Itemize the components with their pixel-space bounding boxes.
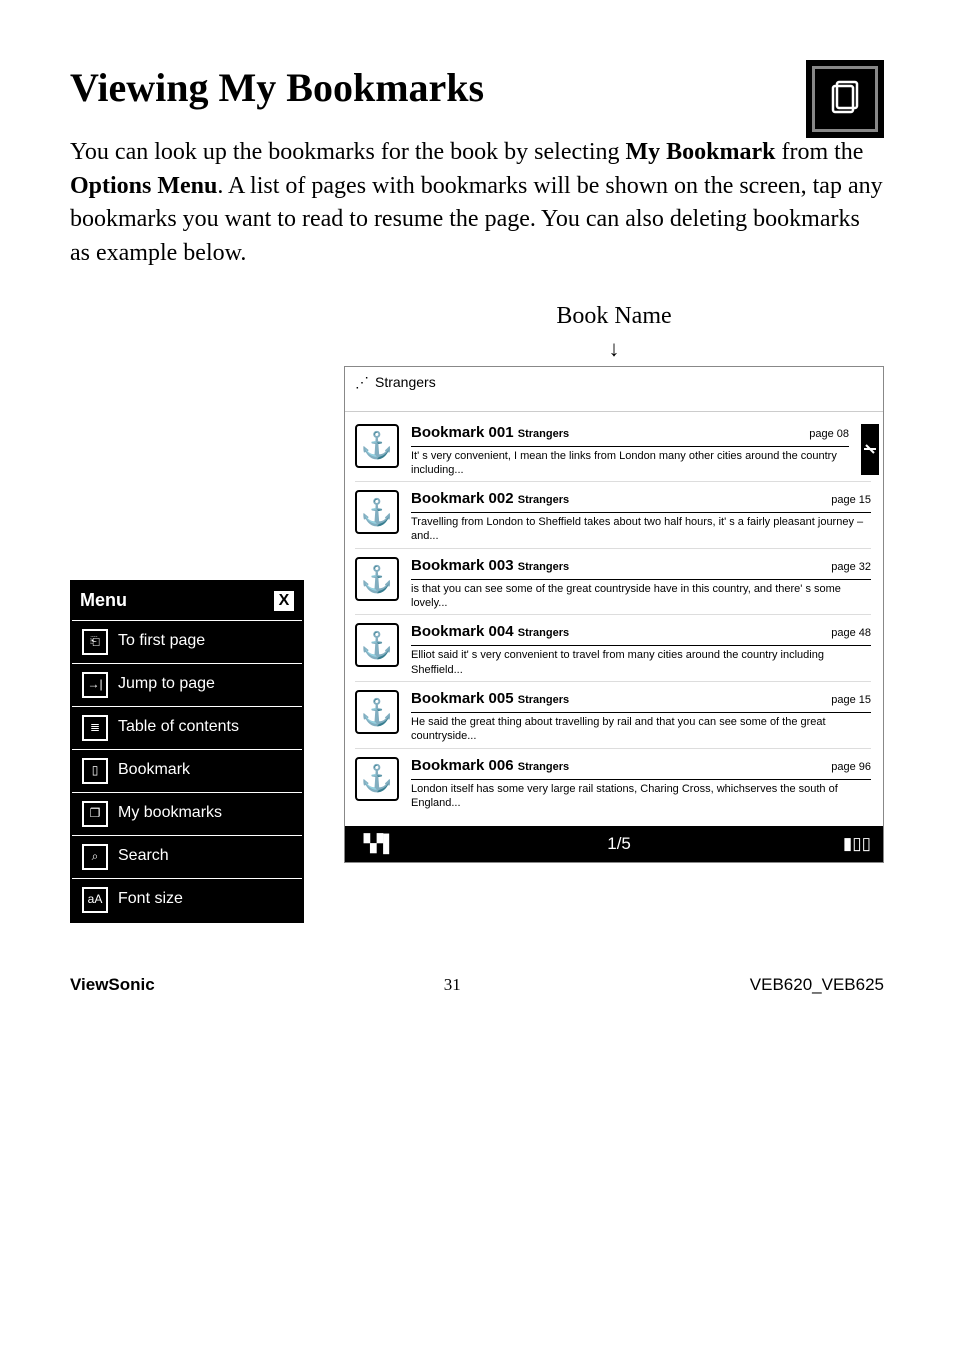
bookmark-row[interactable]: ⚓ Bookmark 001 Strangers page 08 It' s very… <box>355 416 871 483</box>
bookmark-title: Bookmark 005 Strangers <box>411 688 569 709</box>
footer-brand: ViewSonic <box>70 973 155 997</box>
menu-item-label: Bookmark <box>118 759 190 781</box>
bookmark-page: page 48 <box>831 626 871 641</box>
bookmark-icon: ▯ <box>82 758 108 784</box>
intro-paragraph: You can look up the bookmarks for the bo… <box>70 136 884 270</box>
device-status-bar: ▝▞▌ 1/5 ▮▯▯ <box>345 826 883 862</box>
menu-item-toc[interactable]: ≣ Table of contents <box>72 706 302 749</box>
page-title: Viewing My Bookmarks <box>70 60 884 116</box>
battery-icon: ▮▯▯ <box>843 832 871 856</box>
anchor-icon: ⚓ <box>355 424 399 468</box>
bookmark-page: page 32 <box>831 560 871 575</box>
menu-item-label: Table of contents <box>118 716 239 738</box>
bookmark-snippet: It' s very convenient, I mean the links … <box>411 449 849 478</box>
menu-item-bookmark[interactable]: ▯ Bookmark <box>72 749 302 792</box>
bookmark-snippet: London itself has some very large rail s… <box>411 782 871 811</box>
delete-bookmark-handle[interactable] <box>861 424 879 476</box>
bookmark-row[interactable]: ⚓ Bookmark 004 Strangers page 48 Elliot sai… <box>355 615 871 682</box>
bookmark-page: page 08 <box>809 427 849 442</box>
bookmark-row[interactable]: ⚓ Bookmark 002 Strangers page 15 Travelling… <box>355 482 871 549</box>
book-name-label: Book Name <box>344 300 884 334</box>
loading-icon: ⋰ <box>355 373 367 393</box>
menu-item-my-bookmarks[interactable]: ❐ My bookmarks <box>72 792 302 835</box>
bookmark-snippet: Elliot said it' s very convenient to tra… <box>411 648 871 677</box>
device-book-title: Strangers <box>375 373 436 393</box>
menu-item-label: Search <box>118 845 169 867</box>
search-icon: ⌕ <box>82 844 108 870</box>
anchor-icon: ⚓ <box>355 690 399 734</box>
bookmark-page: page 15 <box>831 693 871 708</box>
menu-close-button[interactable]: X <box>274 591 294 611</box>
signal-icon: ▝▞▌ <box>357 832 395 856</box>
bookmark-list: ⚓ Bookmark 001 Strangers page 08 It' s very… <box>345 412 883 819</box>
bookmark-row[interactable]: ⚓ Bookmark 005 Strangers page 15 He said th… <box>355 682 871 749</box>
font-size-icon: aA <box>82 887 108 913</box>
menu-item-search[interactable]: ⌕ Search <box>72 835 302 878</box>
bookmark-row[interactable]: ⚓ Bookmark 003 Strangers page 32 is that yo… <box>355 549 871 616</box>
bookmark-snippet: is that you can see some of the great co… <box>411 582 871 611</box>
footer-page-number: 31 <box>444 973 461 997</box>
first-page-icon: ⎗ <box>82 629 108 655</box>
menu-item-label: To first page <box>118 630 205 652</box>
arrow-down-icon: ↓ <box>344 338 884 360</box>
bookmark-page: page 15 <box>831 493 871 508</box>
page-indicator: 1/5 <box>395 832 843 856</box>
footer-model: VEB620_VEB625 <box>750 973 884 997</box>
toc-icon: ≣ <box>82 715 108 741</box>
options-menu-panel: Menu X ⎗ To first page →| Jump to page ≣… <box>70 580 304 922</box>
anchor-icon: ⚓ <box>355 757 399 801</box>
menu-item-label: Jump to page <box>118 673 215 695</box>
bookmark-snippet: He said the great thing about travelling… <box>411 715 871 744</box>
menu-item-jump-page[interactable]: →| Jump to page <box>72 663 302 706</box>
anchor-icon: ⚓ <box>355 490 399 534</box>
bookmark-row[interactable]: ⚓ Bookmark 006 Strangers page 96 London its… <box>355 749 871 815</box>
bookmark-title: Bookmark 004 Strangers <box>411 621 569 642</box>
device-screen: ⋰ Strangers ⚓ Bookmark 001 Strangers page … <box>344 366 884 863</box>
menu-item-label: Font size <box>118 888 183 910</box>
menu-item-font-size[interactable]: aA Font size <box>72 878 302 921</box>
bookmark-snippet: Travelling from London to Sheffield take… <box>411 515 871 544</box>
bookmark-page: page 96 <box>831 760 871 775</box>
bookmarks-icon <box>806 60 884 138</box>
menu-item-first-page[interactable]: ⎗ To first page <box>72 620 302 663</box>
my-bookmarks-icon: ❐ <box>82 801 108 827</box>
bookmark-title: Bookmark 002 Strangers <box>411 488 569 509</box>
bookmark-title: Bookmark 003 Strangers <box>411 555 569 576</box>
bookmark-title: Bookmark 006 Strangers <box>411 755 569 776</box>
menu-header-label: Menu <box>80 588 127 613</box>
jump-page-icon: →| <box>82 672 108 698</box>
menu-item-label: My bookmarks <box>118 802 222 824</box>
anchor-icon: ⚓ <box>355 557 399 601</box>
anchor-icon: ⚓ <box>355 623 399 667</box>
bookmark-title: Bookmark 001 Strangers <box>411 422 569 443</box>
